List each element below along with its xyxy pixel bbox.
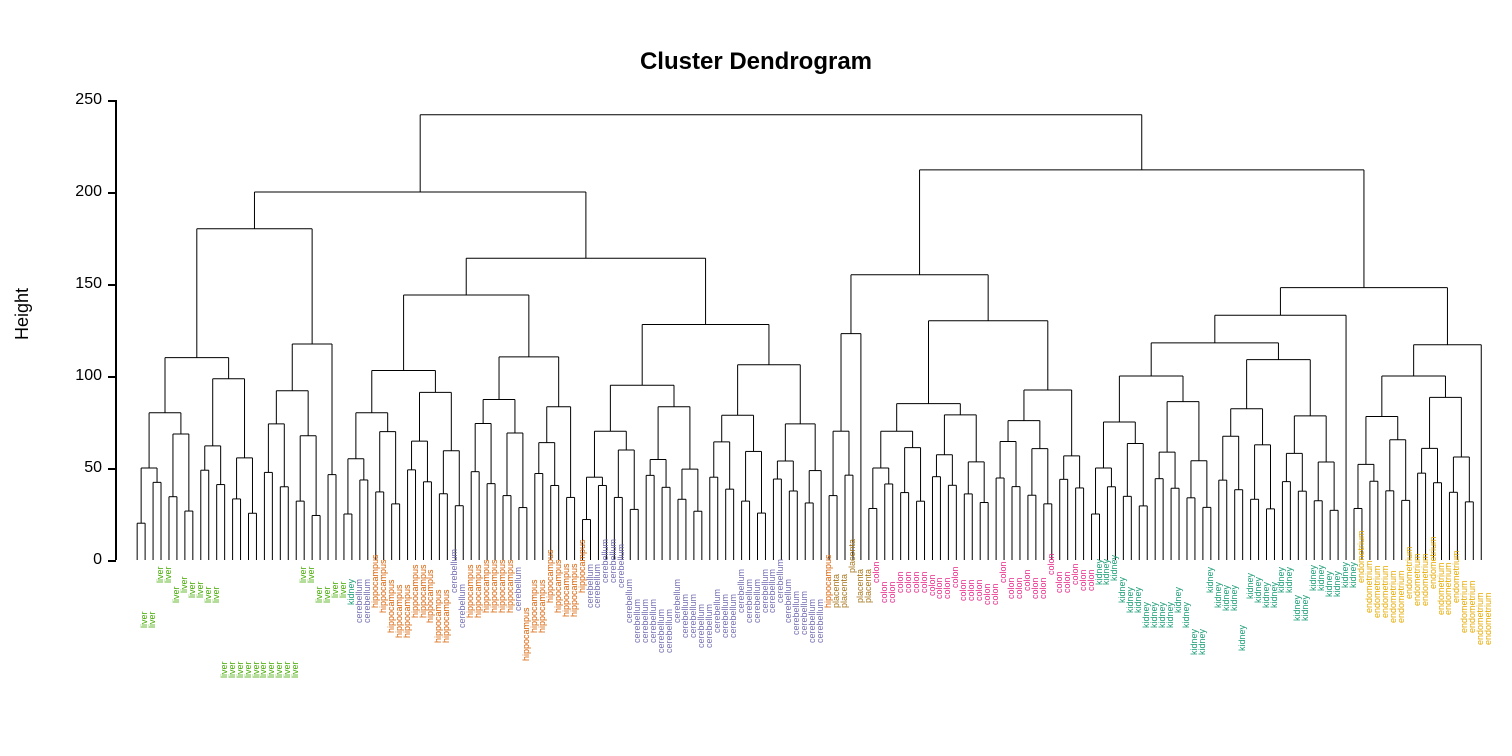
y-tick-mark <box>108 468 116 470</box>
y-tick-mark <box>108 284 116 286</box>
leaf-label-hippocampus: hippocampus <box>442 589 451 643</box>
leaf-label-colon: colon <box>991 583 1000 605</box>
chart-title: Cluster Dendrogram <box>0 48 1512 76</box>
y-tick-label: 250 <box>62 91 102 109</box>
y-axis-spine <box>115 100 117 560</box>
y-tick-label: 150 <box>62 275 102 293</box>
y-tick-mark <box>108 192 116 194</box>
y-tick-mark <box>108 100 116 102</box>
leaf-label-kidney: kidney <box>1285 567 1294 593</box>
leaf-label-colon: colon <box>1039 577 1048 599</box>
leaf-label-liver: liver <box>307 566 316 583</box>
leaf-label-liver: liver <box>212 586 221 603</box>
dendrogram-tree <box>130 100 1490 560</box>
leaf-label-liver: liver <box>291 661 300 678</box>
y-tick-mark <box>108 376 116 378</box>
y-axis-label: Height <box>12 288 33 340</box>
leaf-label-kidney: kidney <box>1182 602 1191 628</box>
leaf-label-placenta: placenta <box>848 539 857 573</box>
y-tick-label: 200 <box>62 183 102 201</box>
leaf-label-cerebellum: cerebellum <box>514 567 523 611</box>
y-tick-label: 50 <box>62 459 102 477</box>
y-tick-label: 0 <box>62 551 102 569</box>
y-tick-label: 100 <box>62 367 102 385</box>
leaf-label-endometrium: endometrium <box>1484 592 1493 645</box>
leaf-label-colon: colon <box>872 561 881 583</box>
leaf-label-kidney: kidney <box>1198 629 1207 655</box>
leaf-label-liver: liver <box>148 611 157 628</box>
leaf-label-kidney: kidney <box>1238 625 1247 651</box>
leaf-label-placenta: placenta <box>840 574 849 608</box>
y-tick-mark <box>108 560 116 562</box>
leaf-label-kidney: kidney <box>1301 595 1310 621</box>
leaf-label-liver: liver <box>164 566 173 583</box>
leaf-label-kidney: kidney <box>1230 585 1239 611</box>
